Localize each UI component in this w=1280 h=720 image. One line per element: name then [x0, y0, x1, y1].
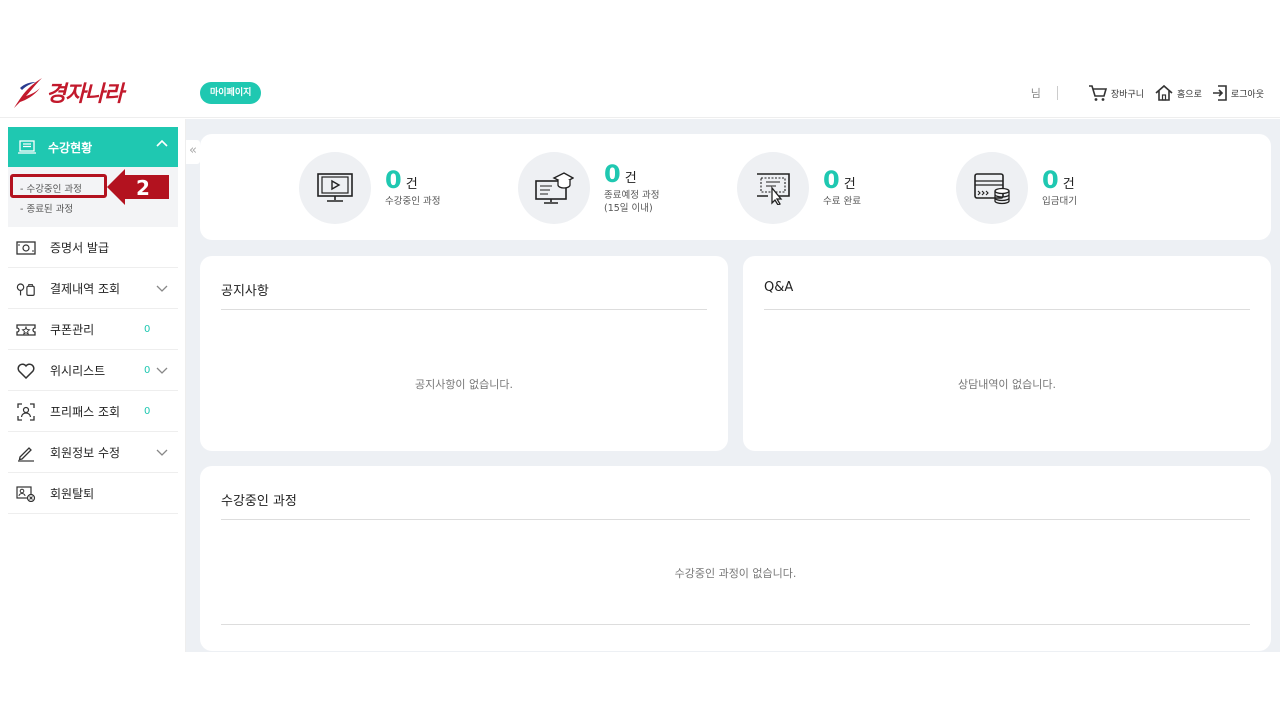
sub-item-finished-courses[interactable]: - 종료된 과정 [20, 201, 73, 215]
stat-completed[interactable]: 0건 수료 완료 [737, 152, 861, 224]
stat-current-courses[interactable]: 0건 수강중인 과정 [299, 152, 440, 224]
current-courses-panel: 수강중인 과정 수강중인 과정이 없습니다. [200, 466, 1271, 651]
pencil-icon [16, 443, 36, 463]
stat-unit: 건 [405, 177, 418, 192]
chevron-up-icon[interactable] [156, 139, 168, 149]
stat-label: 수료 완료 [823, 196, 861, 207]
sidebar-item-course-status[interactable]: 수강현황 [8, 127, 178, 167]
heart-icon [16, 361, 36, 381]
coupon-icon [16, 320, 36, 340]
id-card-remove-icon [16, 484, 36, 504]
page: 경자나라 마이페이지 님 장바구니 홈으로 로그아웃 수강현황 - 수강중인 과… [0, 0, 1280, 720]
sidebar-item-wishlist[interactable]: 위시리스트 0 [8, 351, 178, 391]
sidebar-item-coupon[interactable]: 쿠폰관리 0 [8, 310, 178, 350]
panel-divider [764, 309, 1250, 310]
logout-label: 로그아웃 [1230, 89, 1264, 100]
stat-text: 0건 입금대기 [1042, 168, 1077, 208]
panel-title: Q&A [764, 280, 794, 295]
cart-label: 장바구니 [1110, 89, 1145, 100]
stat-value: 0 [604, 159, 621, 188]
sidebar-item-freepass[interactable]: 프리패스 조회 0 [8, 392, 178, 432]
stat-unit: 건 [843, 177, 856, 192]
home-label: 홈으로 [1177, 89, 1202, 100]
sidebar-item-edit-profile[interactable]: 회원정보 수정 [8, 433, 178, 473]
empty-message: 상담내역이 없습니다. [957, 378, 1057, 391]
stat-label: 입금대기 [1042, 196, 1077, 207]
logo-text: 경자나라 [46, 81, 124, 107]
stat-icon-circle [299, 152, 371, 224]
stat-text: 0건 수강중인 과정 [385, 168, 440, 208]
sidebar-item-label: 결제내역 조회 [50, 282, 121, 296]
card-coins-icon [974, 173, 1010, 205]
stat-label: 수강중인 과정 [385, 196, 441, 207]
stat-icon-circle [518, 152, 590, 224]
panel-title: 수강중인 과정 [221, 494, 297, 509]
left-arrow-icon: 2 [107, 169, 169, 205]
sidebar-item-withdraw[interactable]: 회원탈퇴 [8, 474, 178, 514]
empty-message: 수강중인 과정이 없습니다. [674, 567, 797, 580]
sidebar-collapse-button[interactable]: « [186, 140, 200, 164]
main-content: 0건 수강중인 과정 0건 종료예정 과정 (15일 이내) 0 건 수료 완료… [186, 119, 1280, 652]
sidebar-item-label: 쿠폰관리 [50, 323, 95, 337]
video-monitor-icon [317, 173, 353, 202]
certificate-icon [16, 238, 36, 258]
stat-icon-circle [956, 152, 1028, 224]
chevron-down-icon[interactable] [156, 365, 168, 375]
panel-divider [221, 309, 707, 310]
graduation-monitor-icon [535, 172, 574, 204]
chevron-down-icon[interactable] [156, 447, 168, 457]
stat-awaiting-payment[interactable]: 0건 입금대기 [956, 152, 1077, 224]
cart-link[interactable]: 장바구니 [1088, 84, 1144, 102]
stats-card: 0건 수강중인 과정 0건 종료예정 과정 (15일 이내) 0 건 수료 완료… [200, 134, 1271, 240]
annotation-number: 2 [136, 176, 150, 200]
user-area: 님 장바구니 홈으로 로그아웃 [1031, 82, 1264, 104]
empty-message: 공지사항이 없습니다. [414, 378, 514, 391]
home-link[interactable]: 홈으로 [1154, 84, 1202, 102]
logout-link[interactable]: 로그아웃 [1212, 84, 1264, 102]
stat-value: 0 [1042, 166, 1059, 194]
stat-value: 0 [823, 166, 840, 194]
sidebar: 수강현황 - 수강중인 과정 - 종료된 과정 2 증명서 발급 결제내역 조회… [0, 119, 186, 652]
top-header: 경자나라 마이페이지 님 장바구니 홈으로 로그아웃 [0, 70, 1280, 118]
panel-divider [221, 519, 1250, 520]
site-logo[interactable]: 경자나라 [12, 72, 124, 112]
notice-panel: 공지사항 공지사항이 없습니다. [200, 256, 728, 451]
home-icon [1155, 84, 1173, 101]
sidebar-item-label: 수강현황 [48, 140, 93, 155]
user-name: 님 [1030, 87, 1041, 100]
mypage-badge[interactable]: 마이페이지 [200, 82, 262, 104]
coupon-count: 0 [144, 324, 151, 335]
stat-icon-circle [737, 152, 809, 224]
sidebar-item-label: 회원정보 수정 [50, 446, 121, 460]
stat-unit: 건 [624, 170, 637, 186]
bird-logo-icon [14, 78, 42, 108]
panel-divider [221, 624, 1250, 625]
stat-text: 0건 종료예정 과정 (15일 이내) [604, 162, 659, 215]
stat-label: 종료예정 과정 (15일 이내) [604, 189, 660, 214]
wishlist-count: 0 [144, 365, 151, 376]
qna-panel: Q&A 상담내역이 없습니다. [743, 256, 1271, 451]
sidebar-item-label: 증명서 발급 [50, 241, 110, 255]
laptop-icon [18, 140, 36, 154]
scan-user-icon [16, 402, 36, 422]
stat-ending-courses[interactable]: 0건 종료예정 과정 (15일 이내) [518, 152, 659, 224]
sidebar-item-payment[interactable]: 결제내역 조회 [8, 269, 178, 309]
panel-title: 공지사항 [221, 284, 269, 299]
cart-icon [1088, 85, 1107, 101]
payment-icon [16, 279, 36, 299]
chevron-down-icon[interactable] [156, 283, 168, 293]
logout-icon [1212, 85, 1227, 101]
stat-unit: 건 [1062, 177, 1075, 192]
sidebar-item-certificate[interactable]: 증명서 발급 [8, 228, 178, 268]
certificate-click-icon [757, 173, 790, 205]
sidebar-item-label: 위시리스트 [50, 364, 106, 378]
header-divider [1056, 86, 1058, 100]
sidebar-item-label: 프리패스 조회 [50, 405, 121, 419]
sidebar-item-label: 회원탈퇴 [50, 487, 95, 501]
annotation-arrow: 2 [107, 167, 171, 211]
annotation-highlight-box [10, 174, 107, 198]
stat-value: 0 [385, 166, 402, 194]
freepass-count: 0 [144, 406, 151, 417]
stat-text: 0건 수료 완료 [823, 168, 861, 208]
